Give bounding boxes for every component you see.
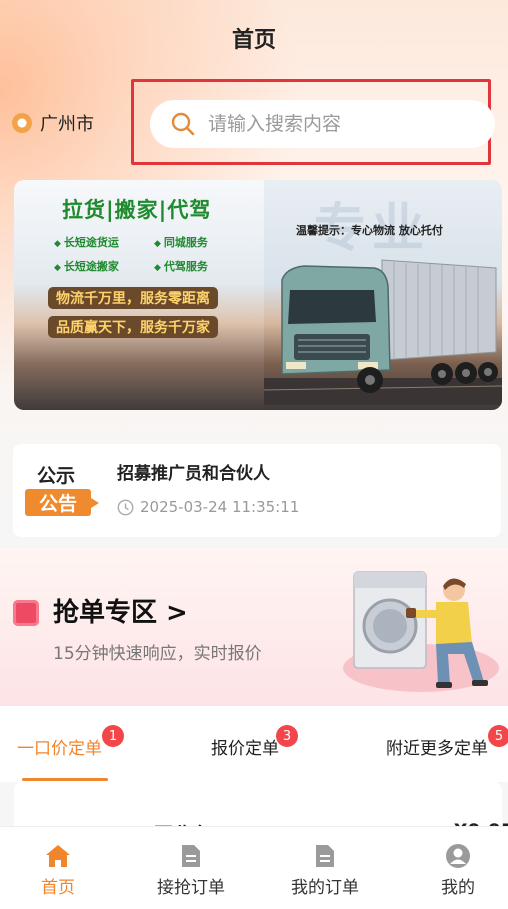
tab-badge: 5 xyxy=(488,725,508,747)
tab-quote-orders[interactable]: 报价定单 xyxy=(211,734,279,759)
promo-banner[interactable]: 专业 拉货|搬家|代驾 长短途货运 同城服务 长短途搬家 代驾服务 物流千万里，… xyxy=(14,180,502,410)
banner-slogan: 物流千万里，服务零距离 xyxy=(48,287,218,309)
home-icon xyxy=(46,845,70,867)
nav-item-my-orders[interactable]: 我的订单 xyxy=(275,843,375,898)
notice-label-top: 公示 xyxy=(37,465,76,487)
grab-zone-title[interactable]: 抢单专区 > xyxy=(53,592,188,629)
notice-time-text: 2025-03-24 11:35:11 xyxy=(140,498,300,516)
page-title: 首页 xyxy=(231,28,276,53)
banner-feature: 长短途货运 xyxy=(54,234,146,250)
city-label: 广州市 xyxy=(40,114,94,135)
banner-feature: 代驾服务 xyxy=(154,258,246,274)
washing-machine-repair-illustration xyxy=(343,571,499,692)
user-icon xyxy=(446,844,470,868)
nav-item-grab-orders[interactable]: 接抢订单 xyxy=(141,843,241,898)
banner-features: 长短途货运 同城服务 长短途搬家 代驾服务 xyxy=(54,234,246,274)
banner-tip: 温馨提示：专心物流 放心托付 xyxy=(296,224,443,237)
tab-fixed-price-orders[interactable]: 一口价定单 xyxy=(17,734,102,759)
order-tabs: 一口价定单 1 报价定单 3 附近更多定单 5 xyxy=(0,706,508,782)
tab-badge: 1 xyxy=(102,725,124,747)
search-bar[interactable] xyxy=(150,100,495,148)
nav-label: 我的 xyxy=(441,878,475,898)
notice-title: 招募推广员和合伙人 xyxy=(117,464,270,484)
grab-zone-subtitle: 15分钟快速响应，实时报价 xyxy=(53,644,262,664)
document-icon xyxy=(182,845,200,867)
document-icon xyxy=(316,845,334,867)
bottom-navigation: 首页 接抢订单 我的订单 我的 xyxy=(0,826,508,909)
active-tab-indicator xyxy=(22,778,108,781)
notice-card[interactable]: 公示 公告 招募推广员和合伙人 2025-03-24 11:35:11 xyxy=(13,444,501,537)
notice-label-bottom: 公告 xyxy=(25,489,99,516)
clock-icon xyxy=(117,499,134,515)
search-input[interactable] xyxy=(208,113,468,135)
banner-title: 拉货|搬家|代驾 xyxy=(62,198,212,222)
nav-item-profile[interactable]: 我的 xyxy=(408,843,508,898)
truck-illustration xyxy=(264,259,502,405)
grab-order-zone[interactable]: 抢单专区 > 15分钟快速响应，实时报价 xyxy=(0,548,508,706)
tab-badge: 3 xyxy=(276,725,298,747)
location-selector[interactable]: 广州市 xyxy=(12,110,94,136)
nav-label: 我的订单 xyxy=(291,878,359,898)
notice-time: 2025-03-24 11:35:11 xyxy=(117,498,299,516)
banner-feature: 长短途搬家 xyxy=(54,258,146,274)
banner-slogan: 品质赢天下，服务千万家 xyxy=(48,316,218,338)
nav-label: 接抢订单 xyxy=(157,878,225,898)
tab-nearby-orders[interactable]: 附近更多定单 xyxy=(386,734,488,759)
ticket-icon xyxy=(13,600,39,626)
nav-label: 首页 xyxy=(41,878,75,898)
location-dot-icon xyxy=(12,113,32,133)
banner-feature: 同城服务 xyxy=(154,234,246,250)
search-icon xyxy=(171,112,195,136)
nav-item-home[interactable]: 首页 xyxy=(8,843,108,898)
